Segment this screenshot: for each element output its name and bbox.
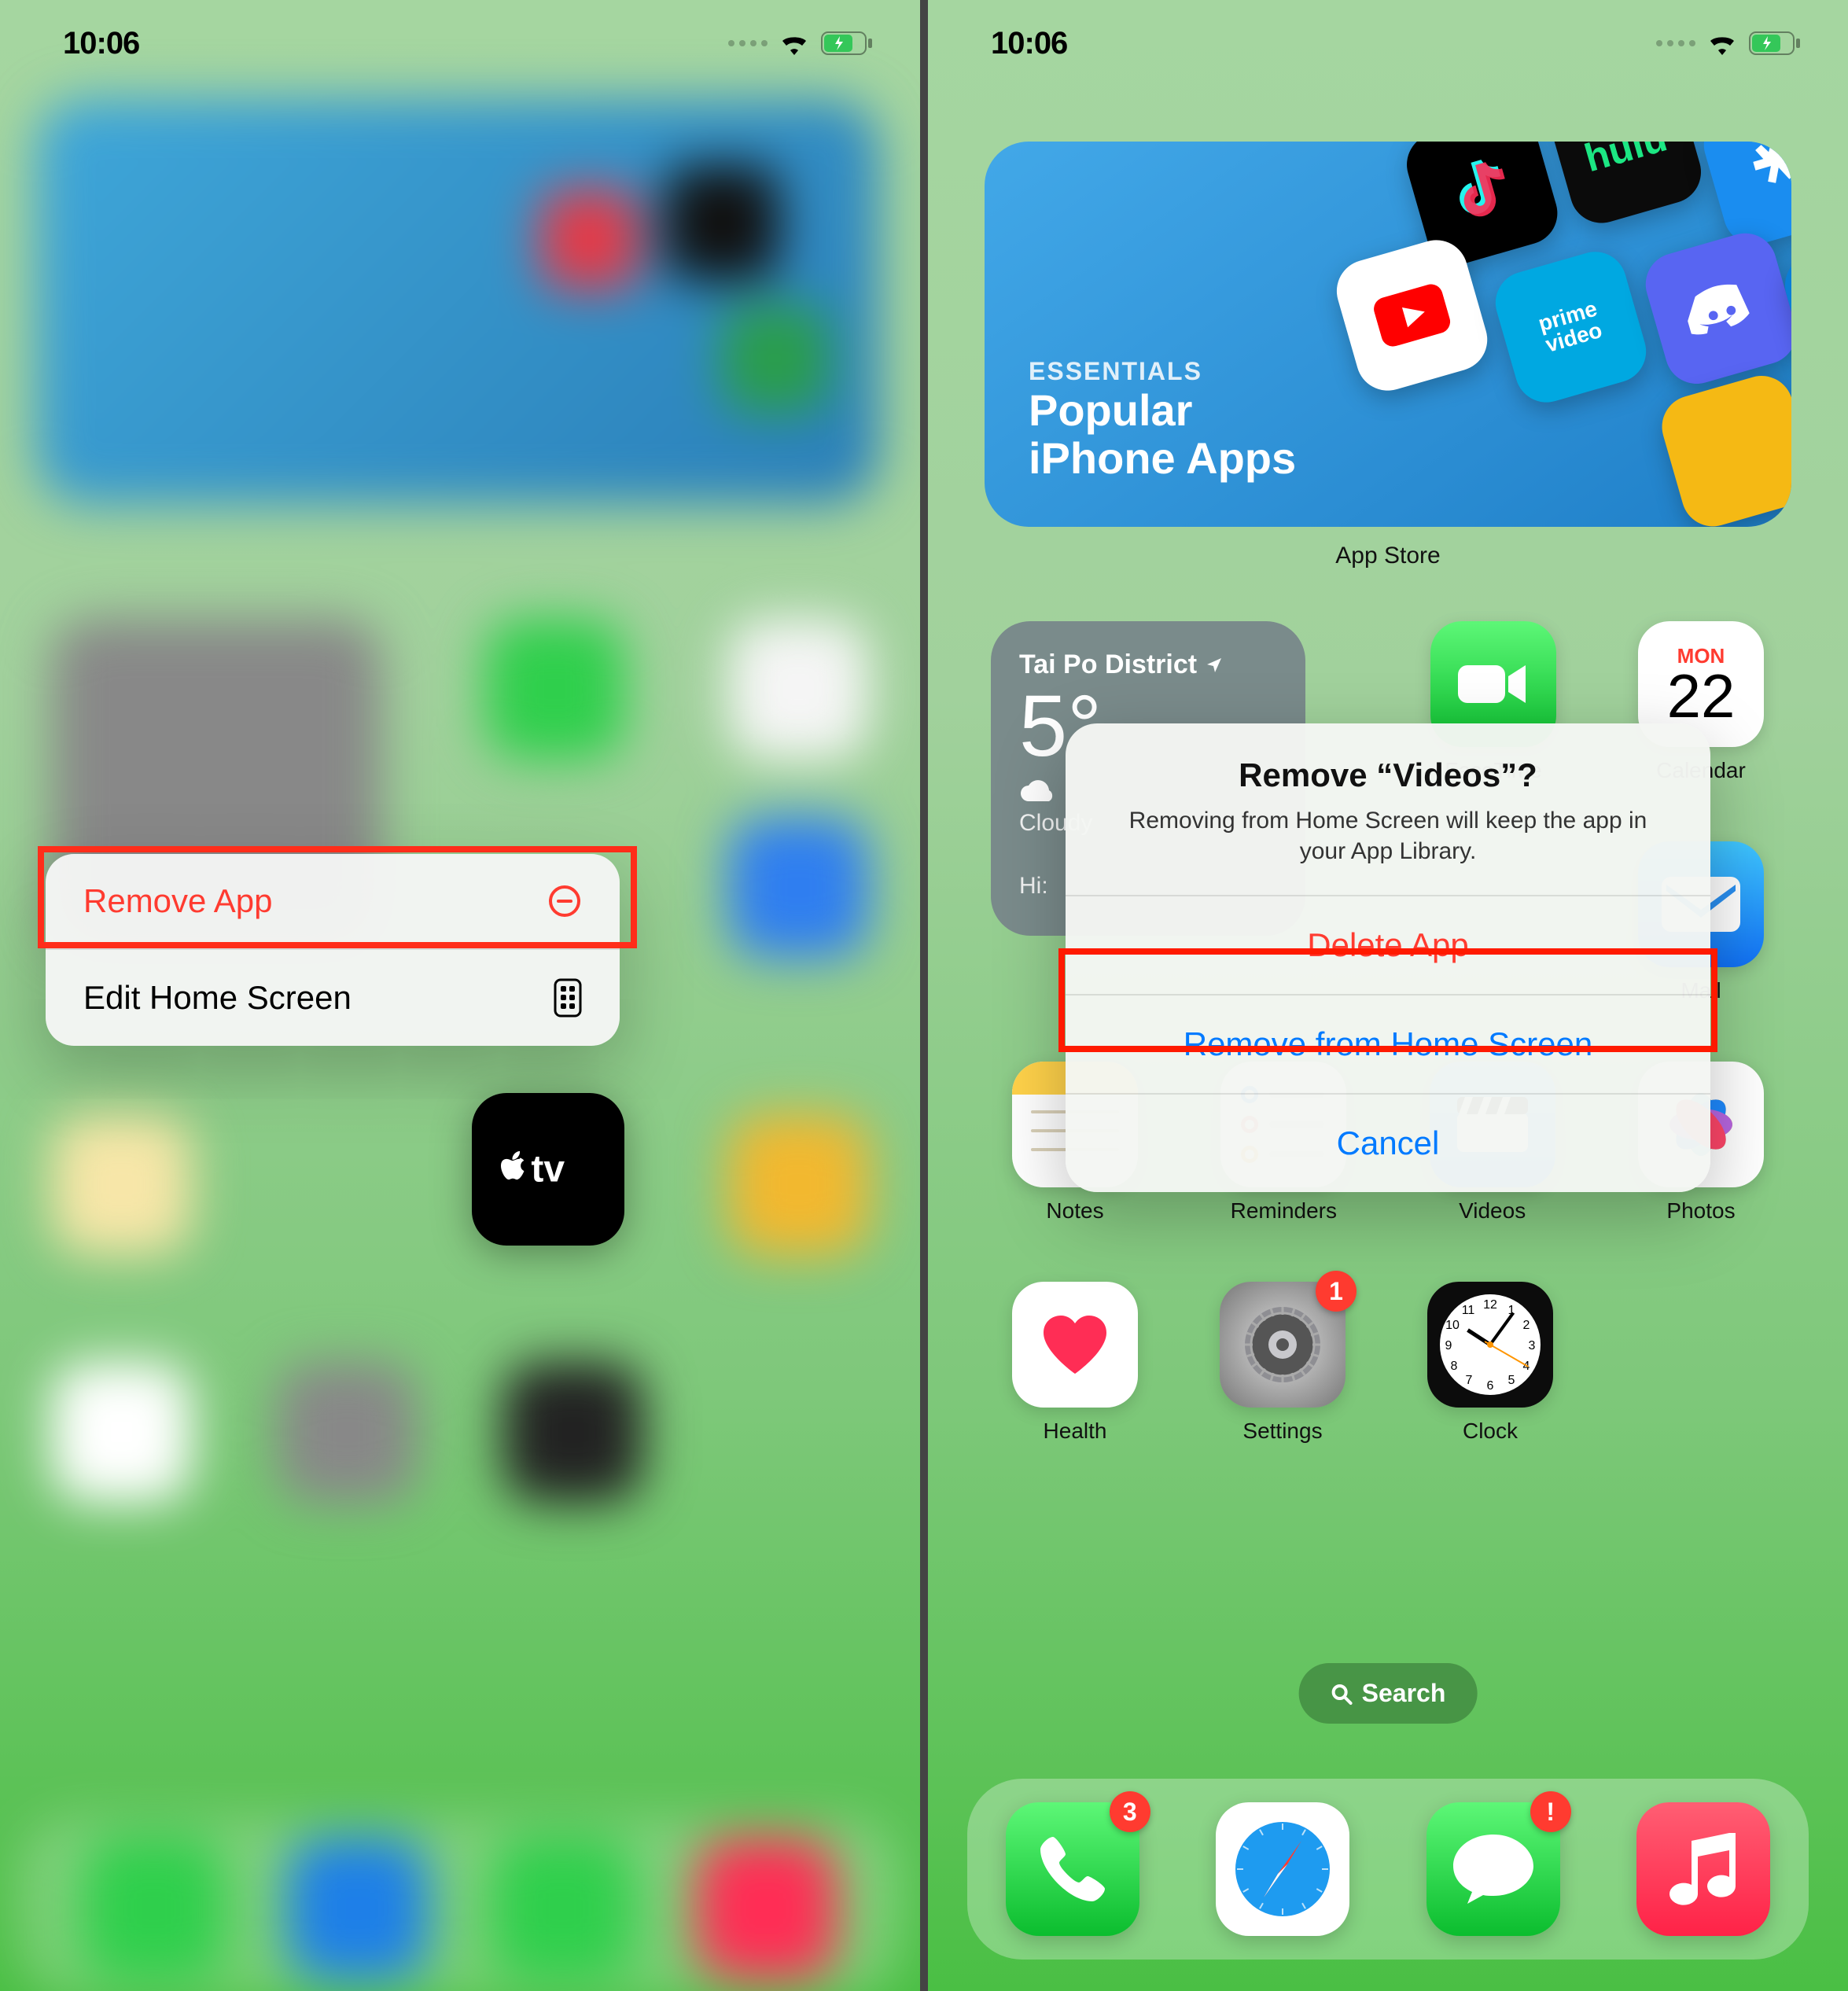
heart-icon	[1044, 1316, 1106, 1374]
clock-label: Clock	[1414, 1419, 1566, 1444]
videos-label: Videos	[1416, 1198, 1569, 1224]
widget-kicker: ESSENTIALS	[1029, 357, 1296, 386]
music-icon	[1668, 1830, 1739, 1908]
svg-text:10: 10	[1445, 1319, 1460, 1332]
appstore-widget[interactable]: hulu primevideo ESSENTIALS Popular iPhon…	[985, 142, 1791, 527]
apple-tv-logo-icon: tv	[501, 1146, 595, 1193]
messages-app[interactable]: !	[1426, 1802, 1560, 1936]
status-right	[728, 31, 873, 55]
clock-icon: 121234567891011	[1435, 1290, 1545, 1400]
appstore-logo-icon	[1736, 142, 1791, 213]
appstore-widget-collage: hulu primevideo	[1218, 142, 1791, 527]
phone-right: 10:06 hulu primevideo ESSENTIALS Popular	[928, 0, 1848, 1991]
phone-left: 10:06 tv Remove App Edit Home Screen	[0, 0, 920, 1991]
image-divider	[920, 0, 928, 1991]
settings-badge: 1	[1316, 1271, 1357, 1312]
status-bar: 10:06	[0, 0, 920, 86]
search-label: Search	[1362, 1679, 1446, 1708]
discord-icon	[1677, 265, 1765, 352]
signal-dots-icon	[728, 40, 768, 46]
clock-app[interactable]: 121234567891011 Clock	[1414, 1282, 1566, 1444]
music-app[interactable]	[1636, 1802, 1770, 1936]
sheet-title: Remove “Videos”?	[1105, 756, 1671, 794]
dock: 3 !	[967, 1779, 1809, 1960]
status-right	[1656, 31, 1801, 55]
svg-text:9: 9	[1445, 1339, 1452, 1352]
svg-text:6: 6	[1487, 1379, 1494, 1393]
battery-charging-icon	[1749, 31, 1801, 55]
wifi-icon	[1706, 31, 1738, 55]
tiktok-icon	[1438, 145, 1526, 233]
settings-app[interactable]: 1 Settings	[1206, 1282, 1359, 1444]
status-bar: 10:06	[928, 0, 1848, 86]
svg-text:5: 5	[1508, 1374, 1515, 1387]
tutorial-highlight-remove-app	[38, 846, 637, 948]
widget-title-1: Popular	[1029, 385, 1192, 435]
sheet-body: Removing from Home Screen will keep the …	[1105, 805, 1671, 867]
widget-title-2: iPhone Apps	[1029, 433, 1296, 483]
cancel-label: Cancel	[1337, 1124, 1440, 1161]
cancel-button[interactable]: Cancel	[1066, 1093, 1710, 1192]
reminders-label: Reminders	[1207, 1198, 1360, 1224]
youtube-icon	[1368, 271, 1456, 359]
appstore-widget-label: App Store	[928, 543, 1848, 569]
svg-text:12: 12	[1483, 1298, 1497, 1312]
gear-icon	[1235, 1297, 1330, 1392]
svg-text:3: 3	[1529, 1339, 1536, 1352]
apple-tv-app-icon[interactable]: tv	[472, 1093, 624, 1246]
svg-text:tv: tv	[531, 1149, 565, 1191]
facetime-icon	[1458, 661, 1529, 708]
status-time: 10:06	[991, 26, 1067, 61]
status-time: 10:06	[63, 26, 139, 61]
search-icon	[1331, 1683, 1353, 1705]
photos-label: Photos	[1625, 1198, 1777, 1224]
svg-text:8: 8	[1451, 1360, 1458, 1373]
svg-text:11: 11	[1462, 1304, 1475, 1317]
wifi-icon	[779, 31, 810, 55]
signal-dots-icon	[1656, 40, 1695, 46]
phone-apps-icon	[554, 978, 582, 1018]
phone-app[interactable]: 3	[1006, 1802, 1139, 1936]
battery-charging-icon	[821, 31, 873, 55]
svg-text:2: 2	[1523, 1319, 1530, 1332]
safari-app[interactable]	[1216, 1802, 1349, 1936]
svg-text:7: 7	[1466, 1374, 1473, 1387]
tutorial-highlight-delete-app	[1058, 948, 1717, 1052]
settings-label: Settings	[1206, 1419, 1359, 1444]
edit-home-screen-option[interactable]: Edit Home Screen	[46, 948, 620, 1046]
messages-badge: !	[1530, 1791, 1571, 1832]
health-label: Health	[999, 1419, 1151, 1444]
calendar-day: 22	[1667, 668, 1736, 723]
phone-icon	[1037, 1834, 1108, 1905]
spotlight-search-button[interactable]: Search	[1299, 1663, 1478, 1724]
notes-label: Notes	[999, 1198, 1151, 1224]
health-app[interactable]: Health	[999, 1282, 1151, 1444]
phone-badge: 3	[1110, 1791, 1150, 1832]
safari-icon	[1228, 1814, 1338, 1924]
edit-home-label: Edit Home Screen	[83, 979, 352, 1017]
messages-icon	[1450, 1830, 1537, 1908]
